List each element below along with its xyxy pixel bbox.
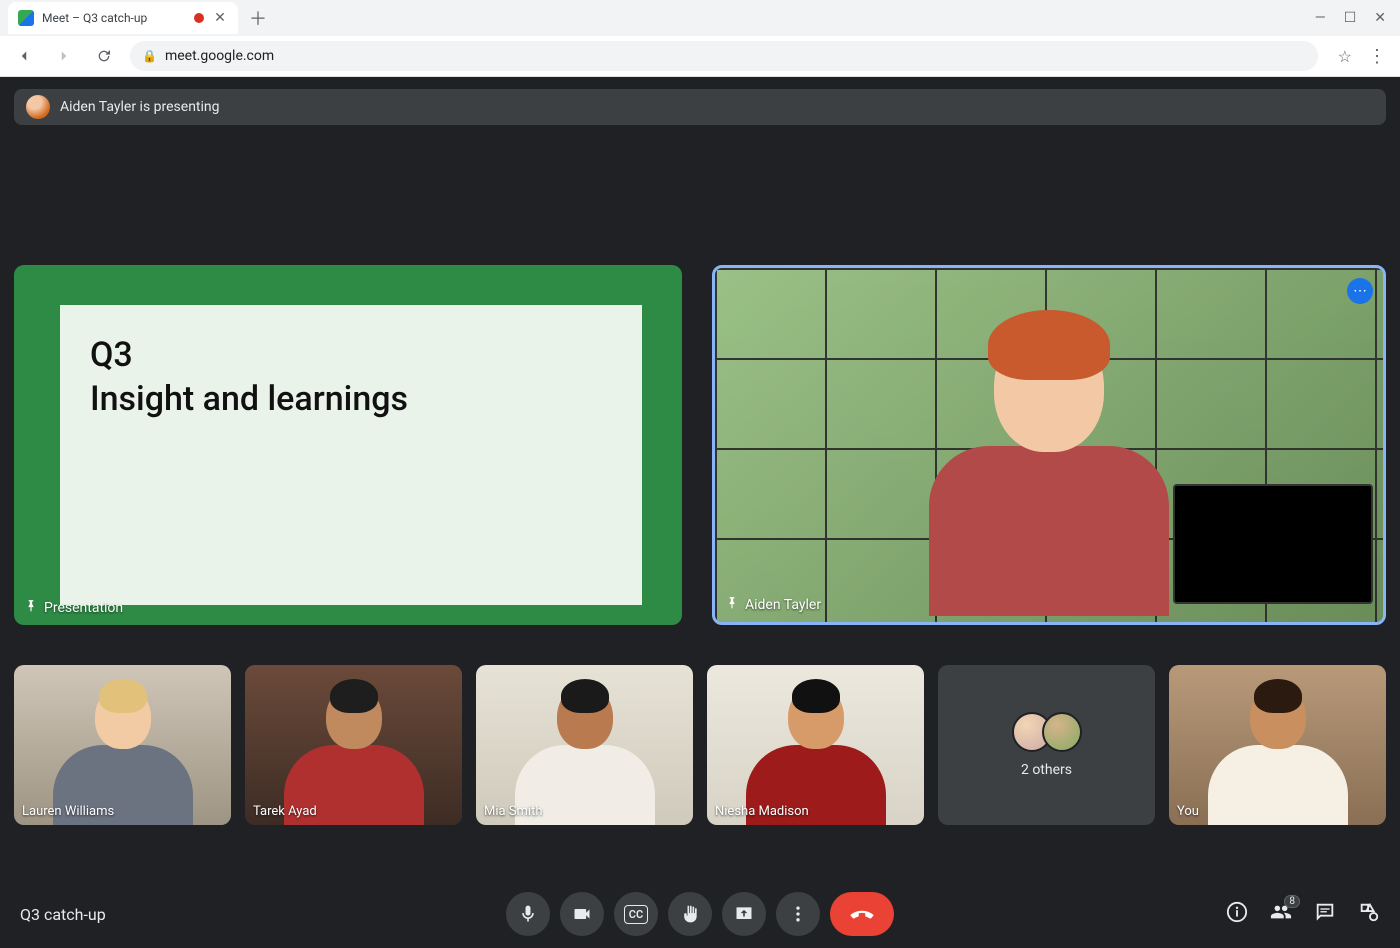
- forward-button[interactable]: [50, 42, 78, 70]
- close-window-icon[interactable]: ✕: [1374, 10, 1386, 26]
- lock-icon: 🔒: [142, 49, 157, 63]
- slide-line2: Insight and learnings: [90, 379, 612, 419]
- presenting-banner: Aiden Tayler is presenting: [14, 89, 1386, 125]
- raise-hand-button[interactable]: [668, 892, 712, 936]
- others-tile[interactable]: 2 others: [938, 665, 1155, 825]
- participant-tile[interactable]: Lauren Williams: [14, 665, 231, 825]
- url-box[interactable]: 🔒 meet.google.com: [130, 41, 1318, 71]
- participant-name: Lauren Williams: [22, 804, 114, 819]
- main-stage: Q3 Insight and learnings Presentation ⋯ …: [14, 265, 1386, 625]
- bookmark-star-icon[interactable]: ☆: [1338, 47, 1352, 66]
- participant-name: Tarek Ayad: [253, 804, 317, 819]
- tab-title: Meet – Q3 catch-up: [42, 11, 186, 25]
- url-text: meet.google.com: [165, 48, 274, 64]
- presentation-slide: Q3 Insight and learnings: [54, 305, 642, 605]
- participant-tile[interactable]: Tarek Ayad: [245, 665, 462, 825]
- minimize-icon[interactable]: —: [1315, 10, 1326, 26]
- monitor-prop: [1173, 484, 1373, 604]
- address-bar: 🔒 meet.google.com ☆ ⋮: [0, 36, 1400, 76]
- meeting-info-button[interactable]: [1226, 901, 1248, 927]
- thumbnail-row: Lauren Williams Tarek Ayad Mia Smith Nie…: [14, 665, 1386, 825]
- cc-icon: CC: [624, 905, 648, 924]
- others-label: 2 others: [1021, 762, 1072, 778]
- slide-line1: Q3: [90, 335, 612, 375]
- more-options-button[interactable]: [776, 892, 820, 936]
- window-controls: — ☐ ✕: [1315, 10, 1400, 26]
- recording-dot-icon: [194, 13, 204, 23]
- tab-bar: Meet – Q3 catch-up ✕ ＋ — ☐ ✕: [0, 0, 1400, 36]
- browser-tab[interactable]: Meet – Q3 catch-up ✕: [8, 2, 238, 34]
- presenting-text: Aiden Tayler is presenting: [60, 99, 220, 115]
- pin-icon: [24, 599, 38, 617]
- chat-button[interactable]: [1314, 901, 1336, 927]
- camera-button[interactable]: [560, 892, 604, 936]
- end-call-button[interactable]: [830, 892, 894, 936]
- captions-button[interactable]: CC: [614, 892, 658, 936]
- activities-button[interactable]: [1358, 901, 1380, 927]
- maximize-icon[interactable]: ☐: [1344, 10, 1357, 26]
- self-name: You: [1177, 804, 1199, 819]
- presentation-tile[interactable]: Q3 Insight and learnings Presentation: [14, 265, 682, 625]
- people-button[interactable]: 8: [1270, 901, 1292, 927]
- participant-tile[interactable]: Mia Smith: [476, 665, 693, 825]
- presentation-label-text: Presentation: [44, 600, 123, 616]
- mic-button[interactable]: [506, 892, 550, 936]
- participant-tile[interactable]: Niesha Madison: [707, 665, 924, 825]
- close-tab-icon[interactable]: ✕: [212, 10, 228, 26]
- back-button[interactable]: [10, 42, 38, 70]
- others-avatars: [1012, 712, 1082, 752]
- meeting-name: Q3 catch-up: [20, 905, 106, 924]
- tile-options-button[interactable]: ⋯: [1347, 278, 1373, 304]
- control-center: CC: [506, 892, 894, 936]
- speaker-figure: [919, 322, 1179, 622]
- browser-menu-icon[interactable]: ⋮: [1364, 46, 1390, 67]
- reload-button[interactable]: [90, 42, 118, 70]
- speaker-label: Aiden Tayler: [725, 596, 821, 614]
- people-count-badge: 8: [1284, 895, 1300, 908]
- present-button[interactable]: [722, 892, 766, 936]
- speaker-name: Aiden Tayler: [745, 597, 821, 613]
- new-tab-button[interactable]: ＋: [244, 4, 272, 32]
- pin-icon: [725, 596, 739, 614]
- participant-name: Niesha Madison: [715, 804, 809, 819]
- presentation-label: Presentation: [24, 599, 123, 617]
- self-tile[interactable]: You: [1169, 665, 1386, 825]
- browser-chrome: Meet – Q3 catch-up ✕ ＋ — ☐ ✕ 🔒 meet.goog…: [0, 0, 1400, 77]
- bottom-bar: Q3 catch-up CC 8: [0, 880, 1400, 948]
- control-right: 8: [1226, 901, 1380, 927]
- meet-favicon: [18, 10, 34, 26]
- participant-name: Mia Smith: [484, 804, 543, 819]
- active-speaker-tile[interactable]: ⋯ Aiden Tayler: [712, 265, 1386, 625]
- presenter-avatar: [26, 95, 50, 119]
- meet-app: Aiden Tayler is presenting Q3 Insight an…: [0, 77, 1400, 948]
